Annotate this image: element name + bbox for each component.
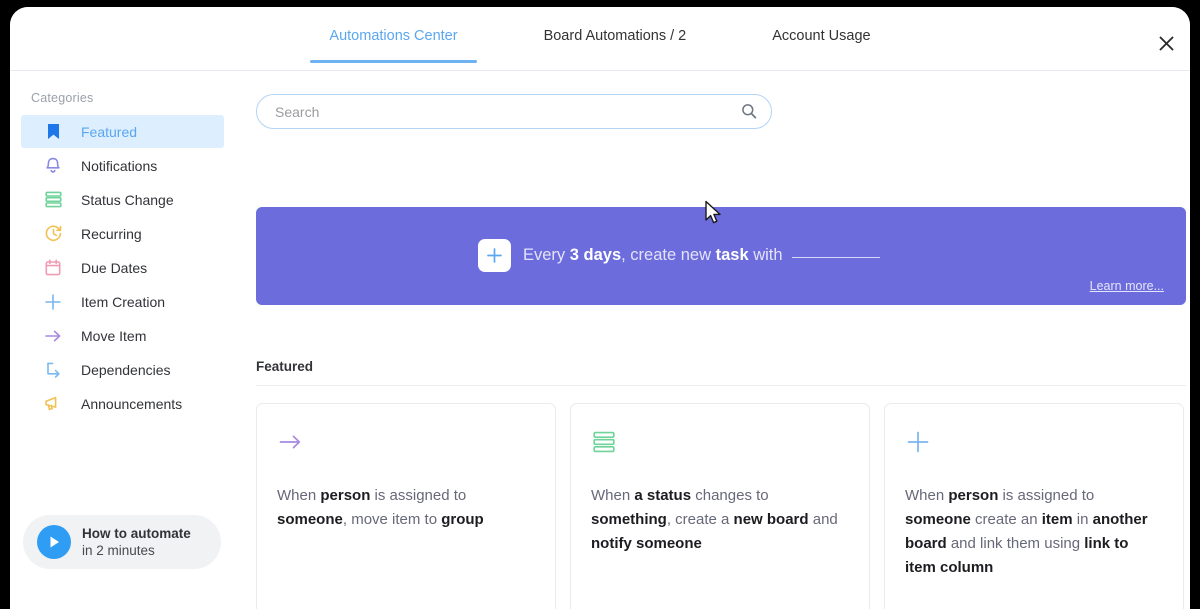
sidebar-item-label: Recurring [81,225,142,242]
sidebar-item-label: Status Change [81,191,174,208]
promo-banner[interactable]: Every 3 days, create new task with Learn… [256,207,1186,305]
sidebar-item-due-dates[interactable]: Due Dates [21,251,224,284]
plus-icon [42,291,64,313]
how-to-automate-promo[interactable]: How to automate in 2 minutes [23,515,221,569]
sidebar-item-dependencies[interactable]: Dependencies [21,353,224,386]
sidebar-item-label: Move Item [81,327,147,344]
sidebar-item-label: Item Creation [81,293,166,310]
sidebar-item-notifications[interactable]: Notifications [21,149,224,182]
banner-text: Every 3 days, create new task with [523,246,881,265]
calendar-icon [42,257,64,279]
categories-heading: Categories [31,91,94,105]
recipe-text: When person is assigned to someone, move… [277,487,484,528]
main-content: Every 3 days, create new task with Learn… [245,71,1190,609]
tab-automations-center[interactable]: Automations Center [307,7,479,63]
section-divider [256,385,1186,386]
window-header: Automations Center Board Automations / 2 A… [10,7,1190,71]
featured-section-title: Featured [256,359,314,374]
window-body: Categories Featured Notifications Status C… [10,71,1190,609]
megaphone-icon [42,393,64,415]
clock-icon [42,223,64,245]
recipe-card[interactable]: When person is assigned to someone, move… [256,403,556,609]
recipe-card-grid: When person is assigned to someone, move… [256,403,1190,609]
tab-board-automations-2[interactable]: Board Automations / 2 [522,7,709,63]
tab-bar: Automations Center Board Automations / 2 A… [10,7,1190,70]
banner-recipe: Every 3 days, create new task with [478,239,881,272]
recipe-card[interactable]: When a status changes to something, crea… [570,403,870,609]
sidebar-item-announcements[interactable]: Announcements [21,387,224,420]
arrow-right-icon [277,426,535,458]
recipe-text: When person is assigned to someone creat… [905,487,1148,576]
sidebar-item-featured[interactable]: Featured [21,115,224,148]
category-list: Featured Notifications Status Change Recurr… [10,115,245,420]
plus-icon [478,239,511,272]
sidebar-item-item-creation[interactable]: Item Creation [21,285,224,318]
banner-blank-field[interactable] [792,257,881,258]
learn-more-link[interactable]: Learn more... [1090,279,1164,293]
sidebar-item-move-item[interactable]: Move Item [21,319,224,352]
tab-account-usage[interactable]: Account Usage [750,7,892,63]
promo-subtitle: in 2 minutes [82,542,155,558]
dependency-icon [42,359,64,381]
sidebar-item-label: Due Dates [81,259,148,276]
automations-center-window: Automations Center Board Automations / 2 A… [10,7,1190,609]
sidebar-item-label: Featured [81,123,138,140]
sidebar-item-recurring[interactable]: Recurring [21,217,224,250]
sidebar-item-label: Dependencies [81,361,171,378]
arrow-right-icon [42,325,64,347]
sidebar: Categories Featured Notifications Status C… [10,71,245,609]
status-bars-icon [591,426,849,458]
plus-icon [905,426,1163,458]
search-icon[interactable] [741,103,757,124]
promo-title: How to automate [82,525,191,541]
search-input[interactable] [256,94,772,129]
bookmark-icon [42,121,64,143]
close-icon[interactable] [1152,29,1180,57]
recipe-text: When a status changes to something, crea… [591,487,838,552]
status-bars-icon [42,189,64,211]
recipe-card[interactable]: When person is assigned to someone creat… [884,403,1184,609]
play-icon [37,525,71,559]
search-bar [256,94,772,129]
sidebar-item-status-change[interactable]: Status Change [21,183,224,216]
sidebar-item-label: Notifications [81,157,158,174]
bell-icon [42,155,64,177]
sidebar-item-label: Announcements [81,395,183,412]
